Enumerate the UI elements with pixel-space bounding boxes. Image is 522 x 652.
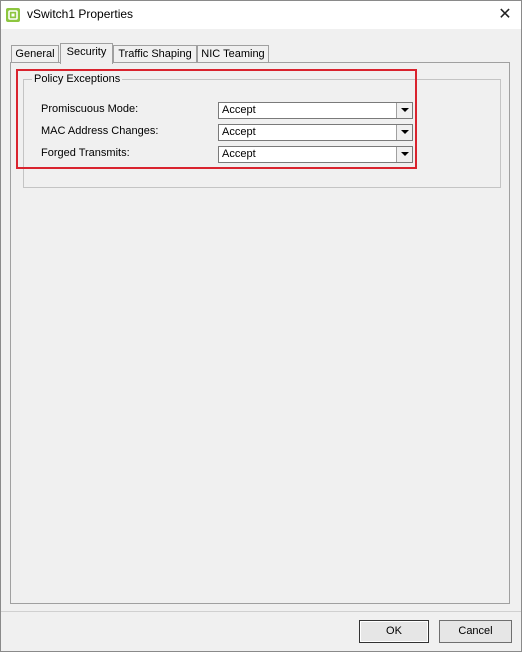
dropdown-arrow-icon[interactable] — [396, 103, 412, 118]
policy-exceptions-group: Policy Exceptions Promiscuous Mode: Acce… — [23, 73, 501, 188]
tab-traffic-shaping[interactable]: Traffic Shaping — [113, 45, 197, 62]
promiscuous-mode-select[interactable]: Accept — [218, 102, 413, 119]
cancel-button[interactable]: Cancel — [439, 620, 512, 643]
mac-address-changes-select[interactable]: Accept — [218, 124, 413, 141]
title-bar: vSwitch1 Properties ✕ — [1, 1, 521, 29]
security-tab-panel: Policy Exceptions Promiscuous Mode: Acce… — [10, 62, 510, 604]
dropdown-arrow-icon[interactable] — [396, 125, 412, 140]
close-icon[interactable]: ✕ — [495, 5, 515, 25]
ok-button[interactable]: OK — [359, 620, 429, 643]
forged-transmits-select[interactable]: Accept — [218, 146, 413, 163]
vsphere-app-icon — [6, 8, 20, 22]
group-title: Policy Exceptions — [32, 73, 123, 85]
mac-address-changes-label: MAC Address Changes: — [41, 125, 159, 137]
promiscuous-mode-label: Promiscuous Mode: — [41, 103, 139, 115]
mac-address-changes-value: Accept — [222, 126, 256, 138]
dropdown-arrow-icon[interactable] — [396, 147, 412, 162]
footer-separator — [1, 611, 521, 612]
tab-general[interactable]: General — [11, 45, 59, 62]
forged-transmits-label: Forged Transmits: — [41, 147, 130, 159]
promiscuous-mode-value: Accept — [222, 104, 256, 116]
window-title: vSwitch1 Properties — [27, 7, 134, 21]
tab-nic-teaming[interactable]: NIC Teaming — [197, 45, 269, 62]
tab-security[interactable]: Security — [60, 43, 113, 64]
forged-transmits-value: Accept — [222, 148, 256, 160]
properties-window: vSwitch1 Properties ✕ General Security T… — [0, 0, 522, 652]
